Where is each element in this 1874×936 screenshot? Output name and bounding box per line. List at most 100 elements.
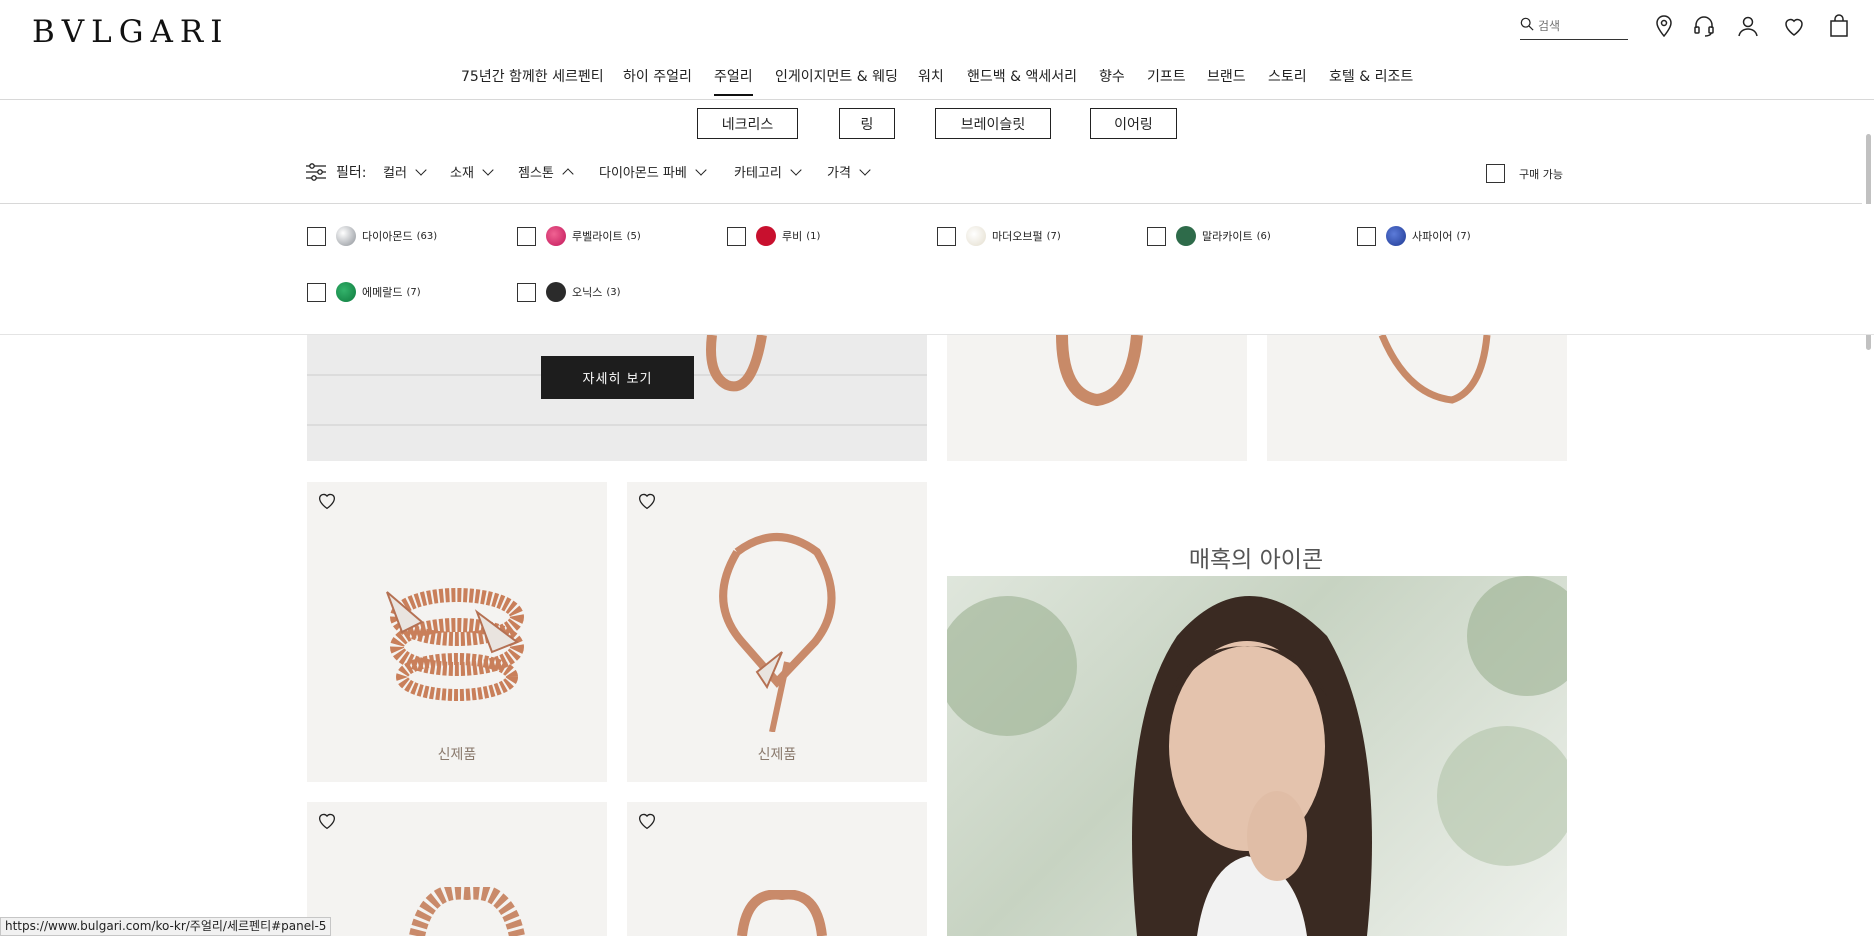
subcategory-bracelet[interactable]: 브레이슬릿 [935,108,1051,139]
gemstone-checkbox[interactable] [937,226,956,246]
sliders-icon [306,163,326,181]
available-checkbox[interactable] [1486,164,1505,183]
rubellite-swatch-icon [546,226,566,246]
gemstone-checkbox[interactable] [517,282,536,302]
bracelet-illustration [1056,335,1143,407]
subcategory-necklace[interactable]: 네크리스 [697,108,798,139]
wishlist-heart-icon[interactable] [637,492,657,510]
sapphire-swatch-icon [1386,226,1406,246]
gemstone-checkbox[interactable] [1147,226,1166,246]
chevron-down-icon [790,163,802,176]
gemstone-count: (7) [1456,230,1471,242]
product-card[interactable]: 신제품 [307,482,607,782]
nav-item-watches[interactable]: 워치 [918,66,944,86]
gemstone-count: (7) [406,286,421,298]
product-image-bracelet[interactable] [947,335,1247,461]
gemstone-count: (6) [1256,230,1271,242]
emerald-swatch-icon [336,282,356,302]
brand-logo[interactable]: BVLGARI [32,14,230,50]
gemstone-option-diamond[interactable]: 다이아몬드 (63) [307,226,437,246]
filter-gemstone[interactable]: 젬스톤 [518,162,576,181]
gemstone-filter-panel: 다이아몬드 (63) 루벨라이트 (5) 루비 (1) 마더오브펄 (7) 말라카이트(… [0,204,1874,335]
gemstone-count: (5) [626,230,641,242]
gemstone-checkbox[interactable] [307,226,326,246]
headset-icon[interactable] [1692,14,1716,38]
search-icon[interactable] [1520,17,1534,31]
gemstone-label: 다이아몬드 [362,230,413,243]
nav-item-brand[interactable]: 브랜드 [1207,66,1246,86]
nav-item-engagement-wedding[interactable]: 인게이지먼트 & 웨딩 [775,66,898,86]
gemstone-label: 루벨라이트 [572,230,623,243]
promo-campaign-image[interactable] [947,576,1567,936]
gemstone-label: 루비 [782,230,803,243]
nav-item-fragrance[interactable]: 향수 [1099,66,1125,86]
filter-color[interactable]: 컬러 [383,162,429,181]
gemstone-checkbox[interactable] [1357,226,1376,246]
malachite-swatch-icon [1176,226,1196,246]
gemstone-option-rubellite[interactable]: 루벨라이트 (5) [517,226,641,246]
new-badge: 신제품 [757,747,797,763]
promo-title: 매혹의 아이콘 [1188,547,1324,573]
gemstone-option-emerald[interactable]: 에메랄드 (7) [307,282,421,302]
filter-color-label: 컬러 [383,166,407,181]
gemstone-count: (63) [416,230,438,242]
heart-icon[interactable] [1782,14,1806,38]
gemstone-option-onyx[interactable]: 오닉스 (3) [517,282,621,302]
product-image-bracelet-2[interactable] [1267,335,1567,461]
nav-item-serpenti-75[interactable]: 75년간 함께한 세르펜티 [461,66,604,86]
nav-item-hotels-resorts[interactable]: 호텔 & 리조트 [1329,66,1413,86]
nav-item-high-jewelry[interactable]: 하이 주얼리 [623,66,692,86]
onyx-swatch-icon [546,282,566,302]
nav-item-handbags-accessories[interactable]: 핸드백 & 액세서리 [967,66,1077,86]
product-card[interactable] [627,802,927,936]
nav-item-jewelry[interactable]: 주얼리 [714,66,753,96]
gemstone-checkbox[interactable] [727,226,746,246]
wishlist-heart-icon[interactable] [637,812,657,830]
product-card[interactable]: 신제품 [627,482,927,782]
filter-price[interactable]: 가격 [827,162,873,181]
gemstone-option-malachite[interactable]: 말라카이트 (6) [1147,226,1271,246]
location-pin-icon[interactable] [1652,14,1676,38]
gemstone-checkbox[interactable] [307,282,326,302]
mother-of-pearl-swatch-icon [966,226,986,246]
gemstone-label: 사파이어 [1412,230,1453,243]
filter-category-label: 카테고리 [734,166,782,181]
bracelet-illustration [1378,335,1491,404]
search-input[interactable] [1538,14,1626,38]
chevron-down-icon [415,163,427,176]
filter-price-label: 가격 [827,166,851,181]
search-box[interactable] [1520,14,1628,40]
user-icon[interactable] [1736,14,1760,38]
gemstone-option-sapphire[interactable]: 사파이어 (7) [1357,226,1471,246]
filter-category[interactable]: 카테고리 [734,162,804,181]
model-portrait-illustration [947,576,1567,936]
view-details-button[interactable]: 자세히 보기 [541,356,694,399]
gemstone-label: 마더오브펄 [992,230,1043,243]
nav-item-gifts[interactable]: 기프트 [1147,66,1186,86]
site-header: BVLGARI 75년간 함께한 세르펜티 하이 주얼리 주얼리 인게이지먼트 … [0,0,1874,100]
product-card[interactable] [307,802,607,936]
nav-item-story[interactable]: 스토리 [1268,66,1307,86]
wishlist-heart-icon[interactable] [317,812,337,830]
gemstone-option-ruby[interactable]: 루비 (1) [727,226,820,246]
filter-diamond-pave[interactable]: 다이아몬드 파베 [599,162,709,181]
gemstone-label: 오닉스 [572,286,603,299]
serpenti-necklace-illustration [719,533,836,732]
shopping-bag-icon[interactable] [1827,14,1851,38]
filter-toggle[interactable]: 필터: [306,162,366,182]
filter-material[interactable]: 소재 [450,162,496,181]
subcategory-earring[interactable]: 이어링 [1090,108,1177,139]
subcategory-ring[interactable]: 링 [839,108,895,139]
chevron-down-icon [859,163,871,176]
gemstone-checkbox[interactable] [517,226,536,246]
gemstone-count: (7) [1046,230,1061,242]
ruby-swatch-icon [756,226,776,246]
available-toggle[interactable]: 구매 가능 [1486,164,1563,183]
serpenti-ring-illustration [386,588,524,701]
diamond-swatch-icon [336,226,356,246]
gemstone-option-mother-of-pearl[interactable]: 마더오브펄 (7) [937,226,1061,246]
new-badge: 신제품 [437,747,477,763]
filter-gemstone-label: 젬스톤 [518,166,554,181]
wishlist-heart-icon[interactable] [317,492,337,510]
chevron-down-icon [482,163,494,176]
